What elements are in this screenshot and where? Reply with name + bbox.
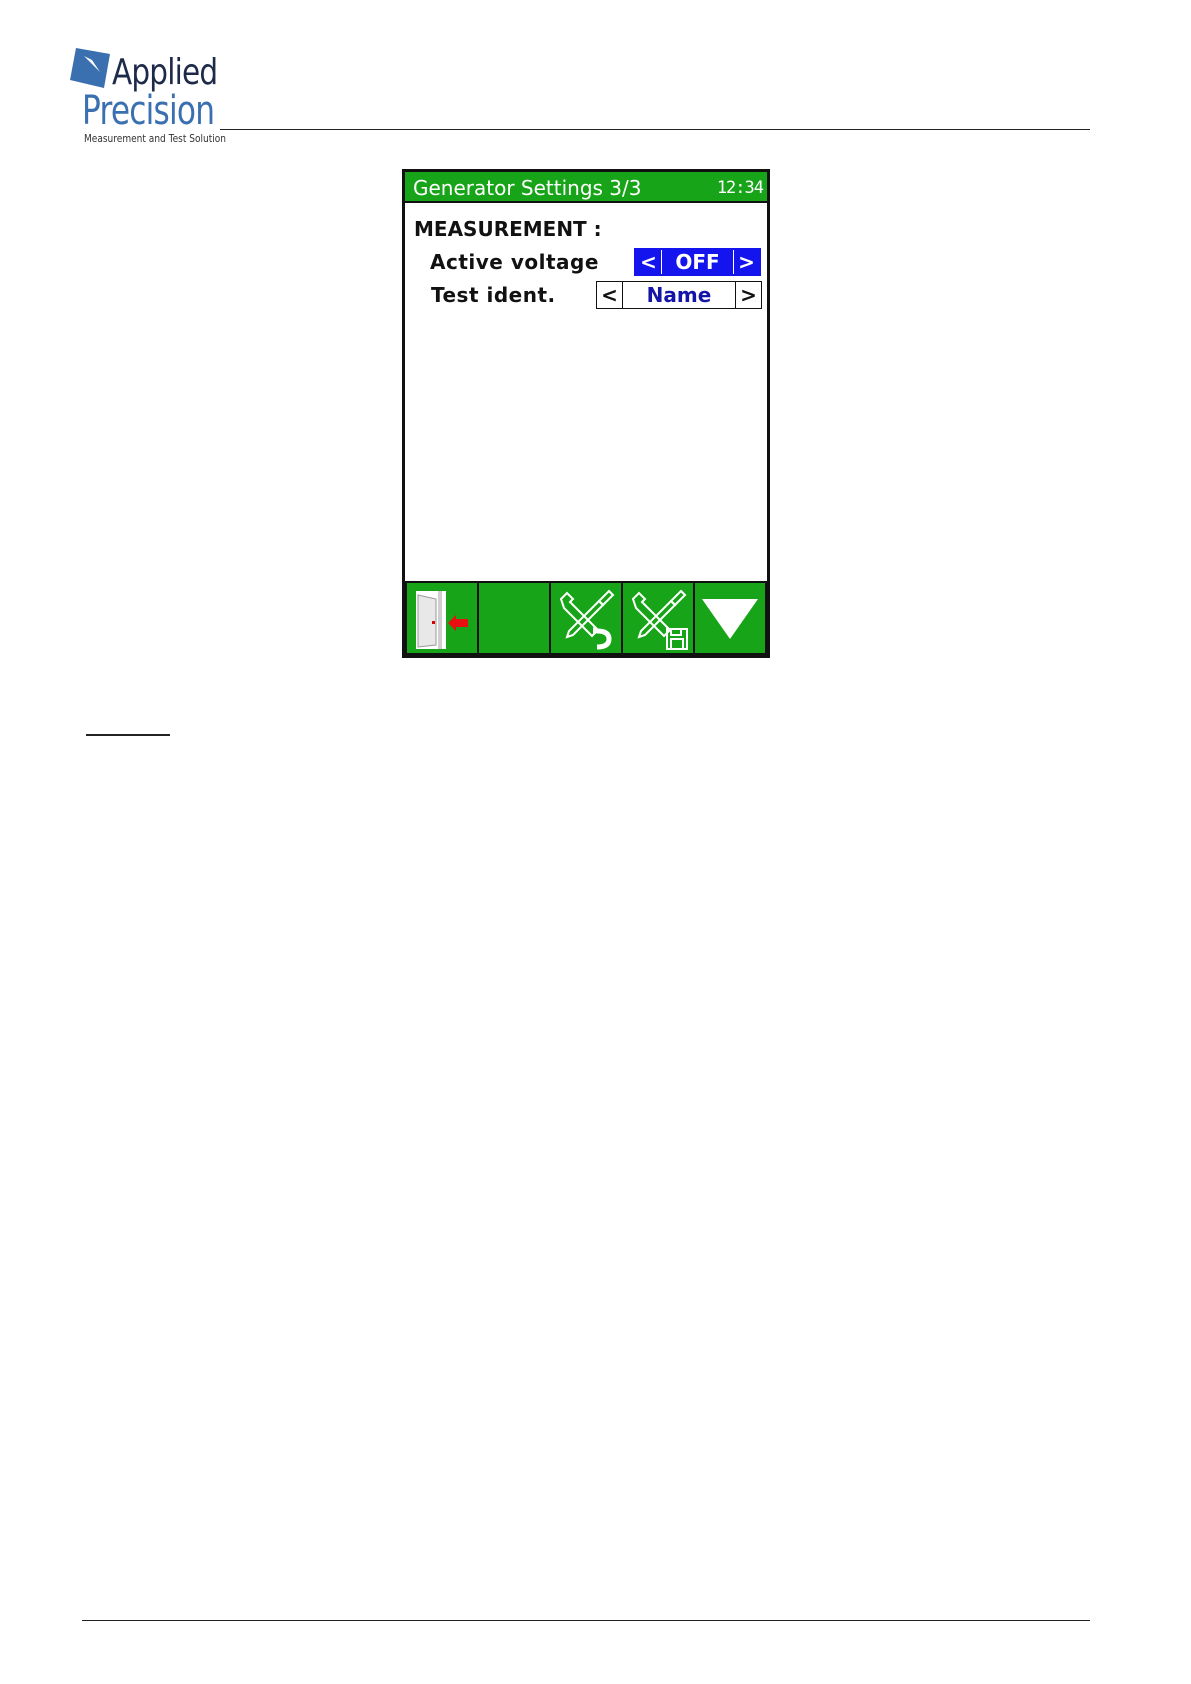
active-voltage-selector[interactable]: < OFF > (634, 248, 761, 276)
setting-label-test-ident: Test ident. (431, 283, 556, 307)
active-voltage-next-button[interactable]: > (733, 250, 759, 274)
function-toolbar (405, 581, 767, 655)
test-ident-next-button[interactable]: > (735, 282, 761, 308)
title-bar: Generator Settings 3/3 12:34 (405, 172, 767, 203)
test-ident-prev-button[interactable]: < (597, 282, 623, 308)
exit-button[interactable] (407, 583, 477, 653)
logo-mark-icon (70, 48, 110, 88)
header-divider (220, 129, 1090, 130)
logo-text-applied: Applied (112, 52, 218, 93)
active-voltage-prev-button[interactable]: < (636, 250, 662, 274)
test-ident-selector[interactable]: < Name > (596, 281, 762, 309)
setting-label-active-voltage: Active voltage (430, 250, 599, 274)
screen-title: Generator Settings 3/3 (413, 176, 642, 200)
test-ident-value: Name (646, 283, 712, 307)
exit-door-icon (416, 591, 468, 649)
arrow-down-icon (702, 599, 758, 639)
active-voltage-value: OFF (675, 250, 720, 274)
scroll-down-button[interactable] (695, 583, 765, 653)
clock: 12:34 (716, 178, 764, 198)
reset-settings-button[interactable] (551, 583, 621, 653)
empty-function-button[interactable] (479, 583, 549, 653)
company-logo: Applied Precision Measurement and Test S… (70, 46, 226, 146)
logo-tagline: Measurement and Test Solution (84, 132, 227, 145)
device-screen: Generator Settings 3/3 12:34 MEASUREMENT… (402, 169, 770, 658)
logo-text-precision: Precision (82, 88, 215, 134)
tools-save-icon (631, 589, 688, 650)
save-settings-button[interactable] (623, 583, 693, 653)
section-heading: MEASUREMENT : (414, 217, 602, 241)
tools-reset-icon (559, 589, 615, 650)
footer-divider (82, 1620, 1090, 1621)
section-underline (86, 734, 170, 736)
